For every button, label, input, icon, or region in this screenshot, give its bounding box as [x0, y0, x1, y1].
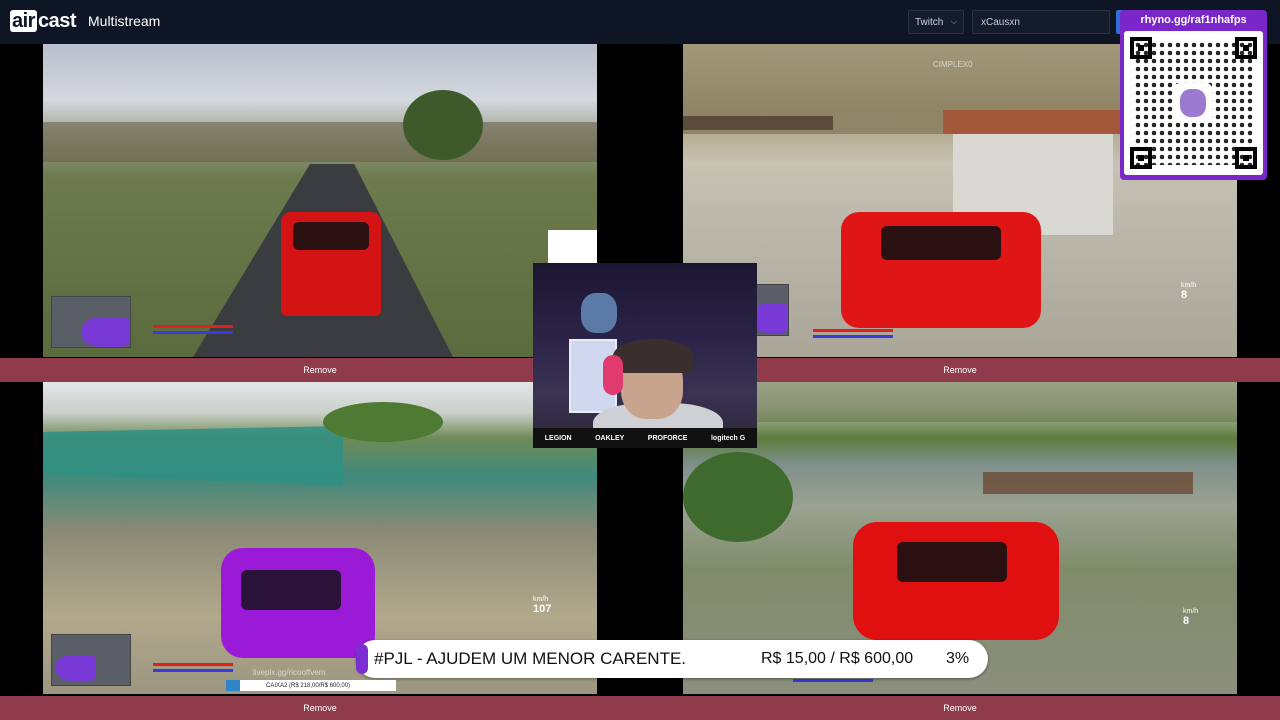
stream-watermark: CIMPLEX0 [933, 60, 973, 69]
donation-accent [356, 644, 368, 674]
speedometer: km/h 8 [1181, 282, 1197, 301]
stream-watermark: livepix.gg/ricooffvem [253, 668, 326, 677]
qr-finder [1235, 147, 1257, 169]
sponsor-oakley: OAKLEY [595, 434, 625, 442]
top-bar: air cast Multistream Twitch ⌵ [0, 0, 1280, 44]
qr-panel: rhyno.gg/raf1nhafps [1120, 10, 1267, 180]
speedometer: km/h 107 [533, 596, 552, 615]
sponsor-strip: LEGION OAKLEY PROFORCE logitech G [533, 428, 757, 448]
donation-percent: 3% [946, 650, 970, 667]
donation-title: #PJL - AJUDEM UM MENOR CARENTE. [374, 649, 687, 668]
channel-input[interactable] [972, 10, 1110, 34]
platform-select[interactable]: Twitch ⌵ [908, 10, 964, 34]
sponsor-legion: LEGION [544, 434, 572, 442]
minimap [51, 296, 131, 348]
cash-goal-text: CAIXA2 (R$ 218,00/R$ 600,00) [266, 682, 351, 689]
qr-code [1124, 31, 1263, 175]
qr-title: rhyno.gg/raf1nhafps [1140, 14, 1247, 26]
donation-goal-bar: #PJL - AJUDEM UM MENOR CARENTE. R$ 15,00… [356, 640, 988, 678]
sponsor-logitech: logitech G [710, 434, 746, 442]
cash-goal-strip: CAIXA2 (R$ 218,00/R$ 600,00) [226, 680, 396, 691]
platform-select-value: Twitch [915, 16, 944, 28]
health-bars [153, 660, 233, 672]
minimap [51, 634, 131, 686]
headphones [603, 355, 623, 395]
health-bars [813, 326, 893, 338]
stream-video [43, 44, 597, 357]
webcam-overlay: LEGION OAKLEY PROFORCE logitech G [533, 263, 757, 448]
logo-text-air: air [10, 10, 37, 32]
stream-tile-1[interactable] [43, 44, 597, 357]
figurine [581, 293, 617, 333]
donation-amount: R$ 15,00 / R$ 600,00 [761, 650, 914, 667]
airCast-logo[interactable]: air cast Multistream [10, 9, 160, 33]
sponsor-proforce: PROFORCE [647, 434, 688, 442]
qr-finder [1130, 37, 1152, 59]
qr-finder [1130, 147, 1152, 169]
mascot-icon [1174, 83, 1212, 123]
logo-mark: air cast [10, 9, 77, 33]
remove-button-4[interactable]: Remove [640, 696, 1280, 720]
app-title: Multistream [88, 13, 161, 29]
logo-text-cast: cast [37, 9, 77, 32]
qr-finder [1235, 37, 1257, 59]
streamer-cap [613, 339, 693, 373]
chevron-down-icon: ⌵ [950, 17, 957, 26]
remove-button-3[interactable]: Remove [0, 696, 640, 720]
health-bars [153, 322, 233, 334]
speedometer: km/h 8 [1183, 608, 1199, 627]
cash-goal-fill [226, 680, 241, 691]
